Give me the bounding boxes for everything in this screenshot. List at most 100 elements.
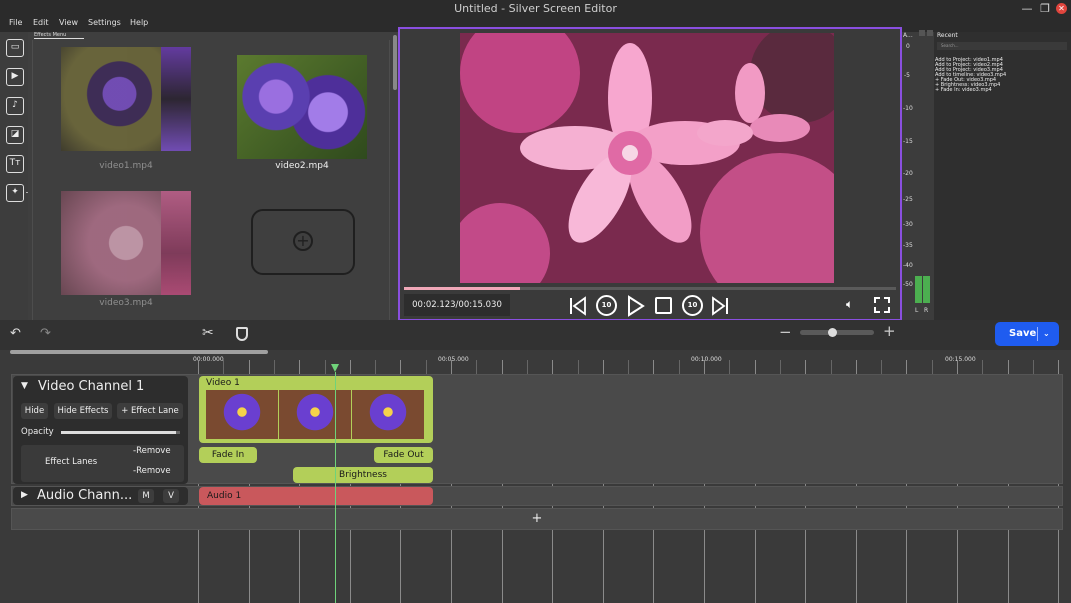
close-icon[interactable]: ✕ [1056,3,1067,14]
audio-channel-panel: ▶ Audio Chann... M V [13,487,188,505]
media-panel: Effects Menu video1.mp4 video2.mp4 video… [28,32,398,320]
timeline: 00:00.000 00:05.000 00:10.000 00:15.000 … [0,350,1071,603]
clip-frame [206,390,278,439]
image-icon[interactable]: ◪ [6,126,24,144]
opacity-slider[interactable] [61,431,180,434]
add-channel-button[interactable]: + [11,508,1063,530]
grid-line [830,360,832,374]
remove-lane-button[interactable]: -Remove [133,446,171,456]
video-icon[interactable]: ▶ [6,68,24,86]
meters-button[interactable] [927,30,933,36]
video-channel-name[interactable]: Video Channel 1 [38,379,144,394]
grid-line [526,360,528,374]
menu-edit[interactable]: Edit [33,18,49,27]
play-icon[interactable] [626,295,646,317]
plus-icon: + [293,231,313,251]
rewind-10-icon[interactable]: 10 [596,295,617,316]
video-preview: 00:02.123/00:15.030 10 10 🔈︎ [398,27,902,321]
add-media-button[interactable]: + [251,209,355,275]
music-icon[interactable]: ♪ [6,97,24,115]
grid-line [729,360,731,374]
grid-line [678,360,680,374]
video-clip[interactable]: Video 1 [199,376,433,443]
save-divider [1037,327,1038,341]
remove-lane-button[interactable]: -Remove [133,466,171,476]
visibility-button[interactable]: V [163,489,179,503]
media-scrollbar[interactable] [393,35,397,90]
volume-icon[interactable]: 🔈︎ [846,297,864,313]
media-thumbnail-2[interactable] [237,55,367,159]
shield-icon[interactable] [236,327,248,341]
recent-item[interactable]: + Fade In: video3.mp4 [935,88,1006,93]
time-ruler: 00:00.000 00:05.000 00:10.000 00:15.000 [0,356,1071,376]
audio-channel-name[interactable]: Audio Chann... [37,488,132,503]
audio-clip[interactable]: Audio 1 [199,487,433,505]
hide-button[interactable]: Hide [21,403,48,419]
menu-settings[interactable]: Settings [88,18,121,27]
add-effect-lane-button[interactable]: + Effect Lane [117,403,183,419]
grid-line [577,360,579,374]
audio-meters: A... 0 -5 -10 -15 -20 -25 -30 -35 -40 -5… [902,30,934,320]
grid-line [375,360,377,374]
text-icon[interactable]: Tт [6,155,24,173]
window-title: Untitled - Silver Screen Editor [454,2,617,15]
meter-right-bar [923,276,930,303]
zoom-out-icon[interactable]: − [779,323,792,341]
effects-menu-tab[interactable]: Effects Menu [34,32,84,39]
media-thumbnail-3[interactable] [61,191,191,295]
restore-icon[interactable]: ❐ [1038,2,1052,16]
playhead-handle[interactable] [331,364,339,372]
zoom-slider-handle[interactable] [827,328,837,337]
expand-icon[interactable]: ▶ [21,490,28,500]
menu-view[interactable]: View [59,18,78,27]
scissors-icon[interactable]: ✂ [202,325,214,341]
redo-icon[interactable]: ↷ [40,326,51,341]
playback-progress-track[interactable] [404,287,896,290]
stop-icon[interactable] [655,297,672,314]
minimize-icon[interactable]: — [1020,2,1034,16]
fade-in-effect[interactable]: Fade In [199,447,257,463]
meter-scale: -50 [903,281,913,288]
grid-line [779,360,781,374]
mute-button[interactable]: M [138,489,154,503]
save-button[interactable]: Save ⌄ [995,322,1059,346]
folder-icon[interactable]: ▭ [6,39,24,57]
timecode: 00:02.123/00:15.030 [404,294,510,316]
playhead[interactable] [335,372,336,603]
meter-scale: -25 [903,196,913,203]
zoom-in-icon[interactable]: + [883,322,896,340]
menu-help[interactable]: Help [130,18,148,27]
forward-10-icon[interactable]: 10 [682,295,703,316]
meter-right-label: R [924,307,929,314]
opacity-label: Opacity [21,427,54,437]
grid-line [628,360,630,374]
fullscreen-icon[interactable] [874,297,890,313]
fade-out-effect[interactable]: Fade Out [374,447,433,463]
meters-button[interactable] [919,30,925,36]
menu-file[interactable]: File [9,18,22,27]
hide-effects-button[interactable]: Hide Effects [54,403,112,419]
effects-icon[interactable]: ✦ [6,184,24,202]
video-channel-panel: ▼ Video Channel 1 Hide Hide Effects + Ef… [13,376,188,484]
title-bar: Untitled - Silver Screen Editor — ❐ ✕ [0,0,1071,18]
meter-left-label: L [915,307,919,314]
chevron-down-icon[interactable]: ⌄ [1043,322,1050,346]
collapse-icon[interactable]: ▼ [21,381,28,391]
media-thumbnail-1[interactable] [61,47,191,151]
brightness-effect[interactable]: Brightness [293,467,433,483]
preview-image [460,33,834,283]
undo-icon[interactable]: ↶ [10,326,21,341]
thumbnail-strip [161,191,191,295]
timeline-scrollbar[interactable] [10,350,268,354]
zoom-slider[interactable] [800,328,874,337]
recent-list: Add to Project: video1.mp4 Add to Projec… [935,58,1006,93]
meter-scale: -5 [904,72,910,79]
skip-start-icon[interactable] [568,296,588,316]
skip-end-icon[interactable] [710,296,730,316]
grid-line [982,360,984,374]
grid-line [476,360,478,374]
grid-line [425,360,427,374]
recent-search-input[interactable]: Search... [937,42,1067,50]
tool-sidebar: ▭ ▶ ♪ ◪ Tт ✦ [0,32,34,320]
meter-scale: -20 [903,170,913,177]
